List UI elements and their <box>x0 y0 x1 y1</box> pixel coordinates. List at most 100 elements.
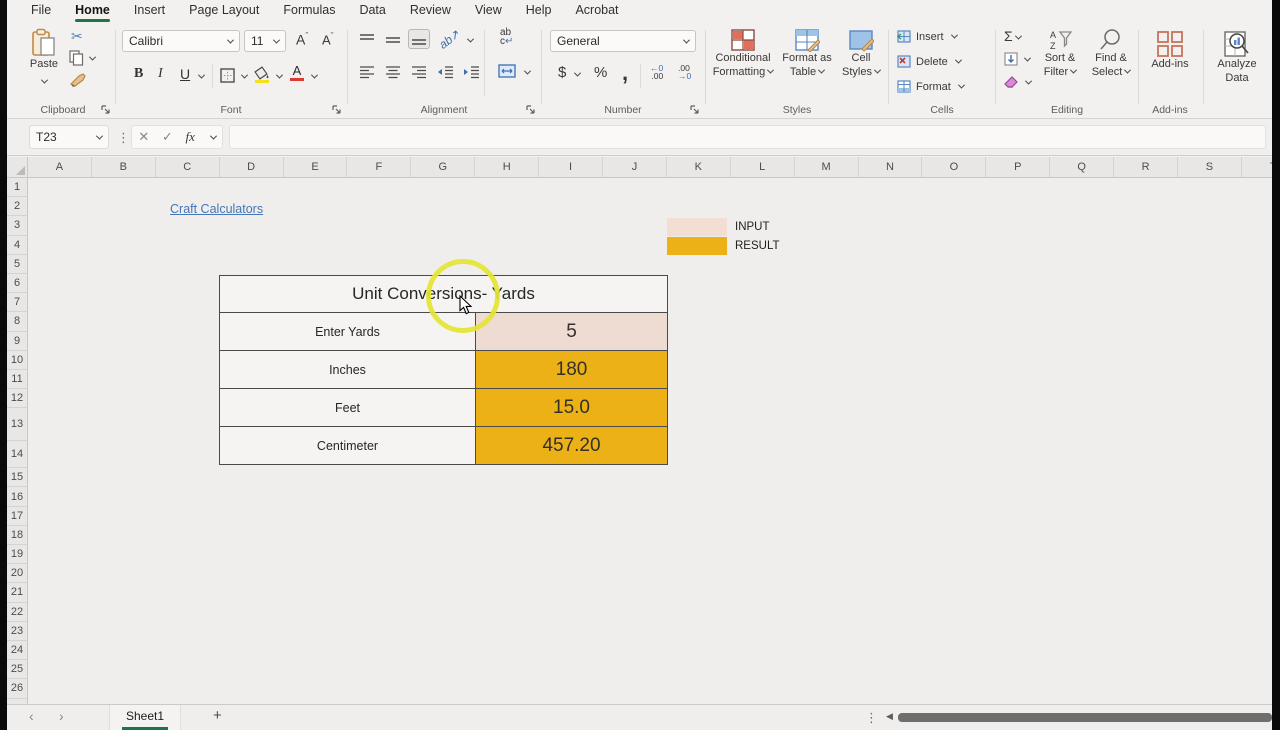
table-row-value[interactable]: 5 <box>476 313 667 350</box>
horizontal-scrollbar-thumb[interactable] <box>898 713 1272 722</box>
formula-input[interactable] <box>229 125 1266 149</box>
grow-font-button[interactable]: Aˆ <box>296 31 308 48</box>
italic-button[interactable]: I <box>158 66 163 82</box>
clear-button[interactable] <box>1004 76 1033 89</box>
borders-button[interactable] <box>220 68 235 83</box>
column-header-I[interactable]: I <box>539 157 604 177</box>
align-bottom-button[interactable] <box>408 29 430 49</box>
select-all-corner[interactable] <box>7 157 28 177</box>
tab-file[interactable]: File <box>21 1 61 21</box>
row-header-19[interactable]: 19 <box>7 545 27 565</box>
font-size-select[interactable]: 11 <box>244 30 286 52</box>
row-header-1[interactable]: 1 <box>7 178 27 198</box>
align-middle-button[interactable] <box>382 30 404 50</box>
row-header-17[interactable]: 17 <box>7 507 27 526</box>
column-header-M[interactable]: M <box>795 157 859 177</box>
column-header-S[interactable]: S <box>1178 157 1242 177</box>
underline-button[interactable]: U <box>180 66 190 82</box>
chevron-down-icon[interactable] <box>573 69 582 77</box>
row-header-12[interactable]: 12 <box>7 389 27 409</box>
chevron-down-icon[interactable] <box>523 67 532 75</box>
percent-button[interactable]: % <box>594 64 607 81</box>
chevron-down-icon[interactable] <box>240 71 249 79</box>
column-header-K[interactable]: K <box>667 157 731 177</box>
row-header-16[interactable]: 16 <box>7 487 27 507</box>
number-dialog-launcher-icon[interactable] <box>690 105 700 115</box>
table-row-label[interactable]: Centimeter <box>220 427 476 464</box>
decrease-decimal-button[interactable]: .00 →0 <box>678 64 691 81</box>
chevron-down-icon[interactable] <box>466 35 475 43</box>
row-header-13[interactable]: 13 <box>7 408 27 442</box>
align-left-button[interactable] <box>356 62 378 82</box>
tab-formulas[interactable]: Formulas <box>273 1 345 21</box>
column-header-B[interactable]: B <box>92 157 156 177</box>
name-box[interactable]: T23 <box>29 125 109 149</box>
row-header-10[interactable]: 10 <box>7 351 27 370</box>
row-header-22[interactable]: 22 <box>7 603 27 622</box>
align-right-button[interactable] <box>408 62 430 82</box>
row-header-6[interactable]: 6 <box>7 274 27 294</box>
find-select-button[interactable]: Find & Select <box>1088 28 1134 80</box>
table-row-label[interactable]: Inches <box>220 351 476 388</box>
addins-button[interactable]: Add-ins <box>1145 30 1195 72</box>
add-sheet-button[interactable]: + <box>213 707 222 724</box>
column-header-T[interactable]: T <box>1242 157 1272 177</box>
row-header-18[interactable]: 18 <box>7 526 27 545</box>
increase-decimal-button[interactable]: ←0 .00 <box>650 64 663 81</box>
fill-button[interactable] <box>1004 52 1032 66</box>
align-center-button[interactable] <box>382 62 404 82</box>
table-row-value[interactable]: 15.0 <box>476 389 667 426</box>
column-header-D[interactable]: D <box>220 157 284 177</box>
row-header-9[interactable]: 9 <box>7 332 27 351</box>
row-header-11[interactable]: 11 <box>7 370 27 390</box>
table-row-label[interactable]: Feet <box>220 389 476 426</box>
row-header-2[interactable]: 2 <box>7 197 27 217</box>
column-header-Q[interactable]: Q <box>1050 157 1115 177</box>
spreadsheet-grid[interactable]: 1 2 3 4 5 6 7 8 9 10 11 12 13 14 15 16 17 18 19 20 21 22 23 24 2… <box>7 178 1272 704</box>
merge-center-button[interactable] <box>498 64 516 78</box>
tab-help[interactable]: Help <box>516 1 562 21</box>
increase-indent-button[interactable] <box>460 62 482 82</box>
format-cells-button[interactable]: Format <box>897 80 965 93</box>
tab-insert[interactable]: Insert <box>124 1 175 21</box>
column-header-E[interactable]: E <box>284 157 348 177</box>
prev-sheet-button[interactable]: ‹ <box>29 708 34 724</box>
align-top-button[interactable] <box>356 30 378 50</box>
tab-home[interactable]: Home <box>65 1 120 22</box>
column-header-O[interactable]: O <box>922 157 987 177</box>
row-header-21[interactable]: 21 <box>7 583 27 603</box>
row-header-7[interactable]: 7 <box>7 293 27 313</box>
cell-styles-button[interactable]: Cell Styles <box>836 28 886 80</box>
row-header-4[interactable]: 4 <box>7 236 27 255</box>
column-header-L[interactable]: L <box>731 157 795 177</box>
next-sheet-button[interactable]: › <box>59 708 64 724</box>
tab-page-layout[interactable]: Page Layout <box>179 1 269 21</box>
column-header-P[interactable]: P <box>986 157 1051 177</box>
cut-button[interactable]: ✂ <box>71 28 83 45</box>
wrap-text-button[interactable]: ab c↵ <box>500 28 513 47</box>
font-dialog-launcher-icon[interactable] <box>332 105 342 115</box>
row-header-23[interactable]: 23 <box>7 622 27 641</box>
delete-cells-button[interactable]: Delete <box>897 55 962 68</box>
fill-color-button[interactable] <box>254 66 270 83</box>
row-header-20[interactable]: 20 <box>7 564 27 584</box>
font-color-button[interactable]: A <box>290 64 304 82</box>
tab-acrobat[interactable]: Acrobat <box>565 1 628 21</box>
decrease-indent-button[interactable] <box>434 62 456 82</box>
row-header-25[interactable]: 25 <box>7 660 27 680</box>
column-header-A[interactable]: A <box>28 157 92 177</box>
autosum-button[interactable]: Σ <box>1004 28 1022 44</box>
format-painter-button[interactable] <box>69 72 87 88</box>
sort-filter-button[interactable]: AZ Sort & Filter <box>1036 28 1084 80</box>
craft-calculators-link[interactable]: Craft Calculators <box>170 202 263 216</box>
clipboard-dialog-launcher-icon[interactable] <box>101 105 111 115</box>
row-header-8[interactable]: 8 <box>7 312 27 332</box>
alignment-dialog-launcher-icon[interactable] <box>526 105 536 115</box>
row-header-3[interactable]: 3 <box>7 216 27 236</box>
conditional-formatting-button[interactable]: Conditional Formatting <box>710 28 776 80</box>
analyze-data-button[interactable]: Analyze Data <box>1210 30 1264 86</box>
scroll-left-icon[interactable]: ◀ <box>886 711 893 722</box>
bold-button[interactable]: B <box>134 66 143 82</box>
column-header-H[interactable]: H <box>475 157 540 177</box>
column-header-N[interactable]: N <box>859 157 923 177</box>
